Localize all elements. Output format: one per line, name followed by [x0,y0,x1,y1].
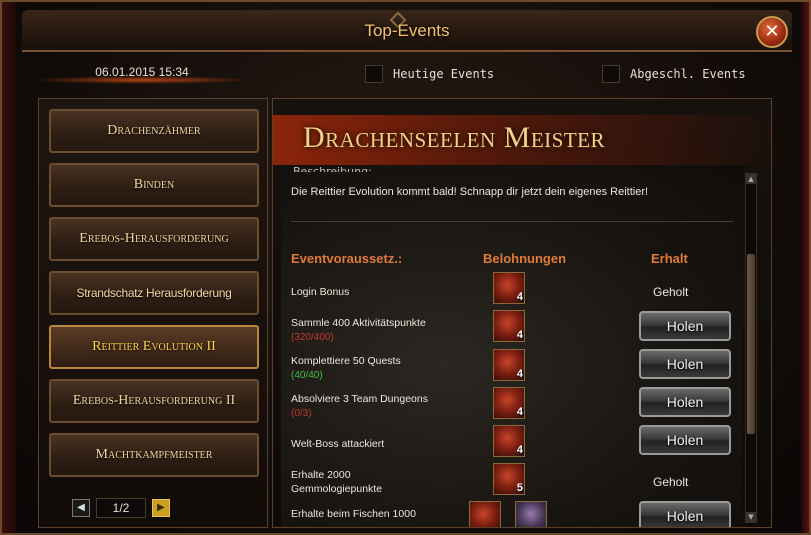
background-left-edge [2,2,16,533]
sidebar-item-erebos[interactable]: Erebos-Herausforderung [49,217,259,261]
sidebar-item-erebos-2[interactable]: Erebos-Herausforderung II [49,379,259,423]
reward-item-icon[interactable] [515,501,547,527]
date-time: 06.01.2015 15:34 [95,65,189,79]
claim-button[interactable]: Holen [639,425,731,455]
sidebar-item-drachenzaehmer[interactable]: Drachenzähmer [49,109,259,153]
filter-today-label: Heutige Events [393,67,495,81]
background-right-edge [801,2,809,533]
row-label: Absolviere 3 Team Dungeons [291,393,428,405]
row-label: Komplettiere 50 Quests [291,355,401,367]
event-title: Drachenseelen Meister [303,121,605,154]
reward-qty: 4 [516,329,523,341]
reward-dragon-icon[interactable]: 4 [493,310,525,342]
row-label: Welt-Boss attackiert [291,438,385,450]
page-indicator: 1/2 [96,498,146,518]
reward-dragon-icon[interactable]: 4 [493,272,525,304]
next-page-button[interactable]: ▶ [152,499,170,517]
column-received: Erhalt [651,251,688,266]
pager: ◀ 1/2 ▶ [72,498,170,518]
scroll-up-icon[interactable]: ▲ [746,174,756,184]
reward-qty: 4 [516,406,523,418]
reward-qty: 4 [516,368,523,380]
prev-page-button[interactable]: ◀ [72,499,90,517]
claim-button[interactable]: Holen [639,501,731,527]
event-detail-panel: Drachenseelen Meister Beschreibung: Die … [272,98,772,528]
sidebar-item-machtkampfmeister[interactable]: Machtkampfmeister [49,433,259,477]
sidebar-item-reittier-evolution[interactable]: Reittier Evolution II [49,325,259,369]
scroll-down-icon[interactable]: ▼ [746,512,756,522]
divider [291,221,733,222]
row-label: Erhalte 2000 Gemmologiepunkte [291,469,383,495]
description-heading: Beschreibung: [293,165,372,172]
row-progress: (40/40) [291,370,323,381]
scroll-thumb[interactable] [747,254,755,434]
reward-qty: 5 [516,482,523,494]
reward-dragon-icon[interactable]: 5 [493,463,525,495]
filter-completed-label: Abgeschl. Events [630,67,746,81]
sidebar-item-strandschatz[interactable]: Strandschatz Herausforderung [49,271,259,315]
event-list-panel: Drachenzähmer Binden Erebos-Herausforder… [38,98,268,528]
scrollbar[interactable]: ▲ ▼ [745,173,757,523]
claim-button[interactable]: Holen [639,349,731,379]
sidebar-item-binden[interactable]: Binden [49,163,259,207]
reward-qty: 4 [516,291,523,303]
claim-button[interactable]: Holen [639,311,731,341]
row-progress: (0/3) [291,408,312,419]
reward-dragon-icon[interactable]: 4 [493,425,525,457]
row-label: Login Bonus [291,286,350,298]
event-description: Die Reittier Evolution kommt bald! Schna… [291,186,649,198]
reward-qty: 4 [516,444,523,456]
row-label: Erhalte beim Fischen 1000 [291,508,416,520]
window-title: Top-Events [364,21,450,40]
reward-dragon-icon[interactable] [469,501,501,527]
status-text: Geholt [653,475,689,489]
reward-dragon-icon[interactable]: 4 [493,349,525,381]
claim-button[interactable]: Holen [639,387,731,417]
top-events-window: Top-Events ✕ 06.01.2015 15:34 Heutige Ev… [0,0,811,535]
filter-completed-events[interactable]: Abgeschl. Events [602,65,746,83]
filter-today-events[interactable]: Heutige Events [365,65,494,83]
checkbox-completed[interactable] [602,65,620,83]
title-bar: Top-Events ✕ [22,10,792,52]
row-progress: (320/400) [291,332,334,343]
reward-dragon-icon[interactable]: 4 [493,387,525,419]
close-button[interactable]: ✕ [756,16,788,48]
status-text: Geholt [653,285,689,299]
column-requirement: Eventvoraussetz.: [291,251,403,266]
column-rewards: Belohnungen [483,251,567,266]
checkbox-today[interactable] [365,65,383,83]
row-label: Sammle 400 Aktivitätspunkte [291,317,426,329]
